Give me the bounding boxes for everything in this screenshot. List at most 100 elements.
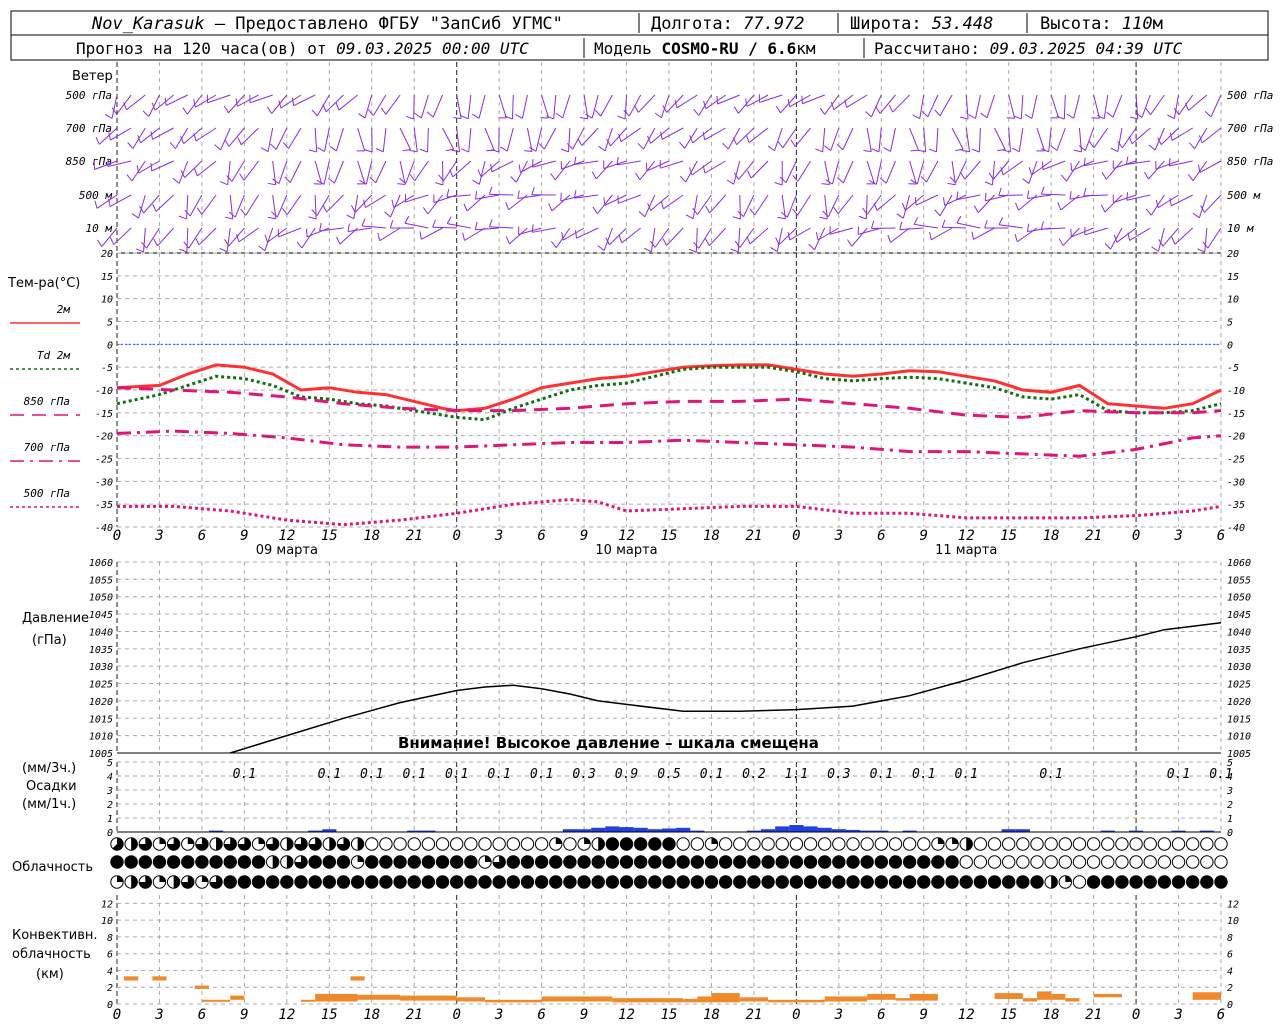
conv-hour-label: 9 [920,1007,928,1023]
cloud-symbol [761,837,775,851]
wind-level-right: 500 м [1227,189,1260,202]
wind-barb-shaft [111,94,118,119]
cloud-fill [337,855,350,869]
temp-tick-right: 5 [1227,318,1233,329]
wind-barb-flag [472,179,480,185]
wind-barb-shaft [909,160,917,185]
wind-barb-shaft [382,127,387,152]
wind-barb-flag [873,202,878,211]
cloud-fill [584,837,591,844]
cloud-fill [258,837,265,844]
precip-bar [591,827,606,832]
precip-bar [775,826,790,832]
wind-barb-shaft [245,194,259,216]
cloud-fill [733,875,746,889]
cloud-fill [606,837,619,851]
wind-barb-shaft [1154,127,1165,151]
wind-barb-flag [449,169,454,178]
wind-barb-shaft [610,127,627,147]
wind-barb-flag [645,162,648,171]
wind-barb-shaft [875,160,882,185]
cloud-fill [139,855,152,869]
temp-tick-left: -5 [101,363,113,374]
wind-barb-shaft [1073,94,1080,119]
wind-barb-flag [266,106,273,114]
cloud-fill [931,875,945,889]
wind-barb-shaft [717,94,740,105]
wind-barb-flag [335,102,340,111]
pressure-tick-right: 1025 [1227,680,1251,691]
wind-barb-shaft [148,94,160,117]
hour-label: 21 [1085,528,1102,544]
latitude: Широта: 53.448 [850,14,993,34]
wind-barb-flag [934,109,941,117]
wind-barb-flag [267,182,276,186]
precip-3h-value: 0.1 [1039,767,1062,782]
wind-barb-flag [790,139,796,147]
precip-tick-left: 5 [107,758,113,769]
pressure-tick-right: 1040 [1227,627,1251,638]
conv-hour-label: 3 [154,1007,163,1023]
wind-barb-shaft [456,127,461,152]
hour-label: 3 [154,528,163,544]
precip-tick-left: 2 [107,800,113,811]
cloud-symbol [449,837,464,851]
cloud-fill [662,837,676,851]
wind-barb-flag [311,109,318,117]
cloud-fill [159,837,166,844]
wind-barb-flag [1145,208,1152,216]
wind-barb-shaft [491,160,514,173]
cloud-fill [286,837,294,851]
wind-barb-flag [488,219,493,228]
conv-tick-right: 8 [1227,933,1233,944]
cloud-fill [719,875,732,889]
cloud-fill [903,855,916,869]
wind-barb-shaft [1066,160,1080,182]
wind-barb-flag [1057,202,1062,211]
wind-barb-shaft [1050,94,1060,118]
panels: 500 гПа 500 гПа 700 гПа 700 гПа 850 гПа 850 г… [10,62,1273,1023]
wind-barb-flag [178,215,187,220]
wind-barb-shaft [817,227,840,241]
precip-bar [633,827,648,832]
precip-3h-value: 0.1 [530,767,553,782]
wind-barb-shaft [1071,160,1094,172]
wind-barb-flag [1011,147,1020,153]
wind-barb-shaft [624,94,628,119]
wind-barb-flag [592,206,598,214]
wind-barb-shaft [992,160,1010,180]
wind-barb-shaft [319,227,344,232]
wind-barb-flag [194,168,198,177]
cloud-fill [832,855,846,869]
wind-barb-shaft [543,127,557,150]
wind-barb-shaft [797,194,811,216]
wind-barb-flag [104,114,113,119]
wind-barb-flag [1015,202,1019,211]
cloud-fill [408,875,421,889]
wind-barb-flag [808,243,815,251]
cloud-fill [535,875,548,889]
cloud-fill [110,855,124,869]
cloud-fill [323,875,336,889]
pressure-tick-left: 1050 [89,593,113,604]
cloud-fill [563,875,577,889]
wind-barb-flag [914,197,917,206]
hour-label: 0 [792,528,800,544]
wind-barb-flag [947,182,956,186]
wind-barb-shaft [243,160,259,181]
temp-tick-left: -35 [95,500,113,511]
conv-bar [485,999,542,1003]
conv-tick-right: 10 [1227,916,1239,927]
wind-barb-shaft [314,194,317,219]
cloud-fill [153,855,166,869]
wind-barb-shaft [802,94,825,105]
wind-barb-flag [364,149,373,153]
conv-bar [895,998,910,1001]
cloud-fill [937,837,945,844]
cloud-fill [648,875,662,889]
wind-barb-shaft [965,94,969,119]
wind-barb-shaft [1103,94,1109,119]
wind-barb-flag [463,203,468,212]
pressure-tick-right: 1030 [1227,662,1251,673]
cloud-symbol [1171,837,1186,851]
